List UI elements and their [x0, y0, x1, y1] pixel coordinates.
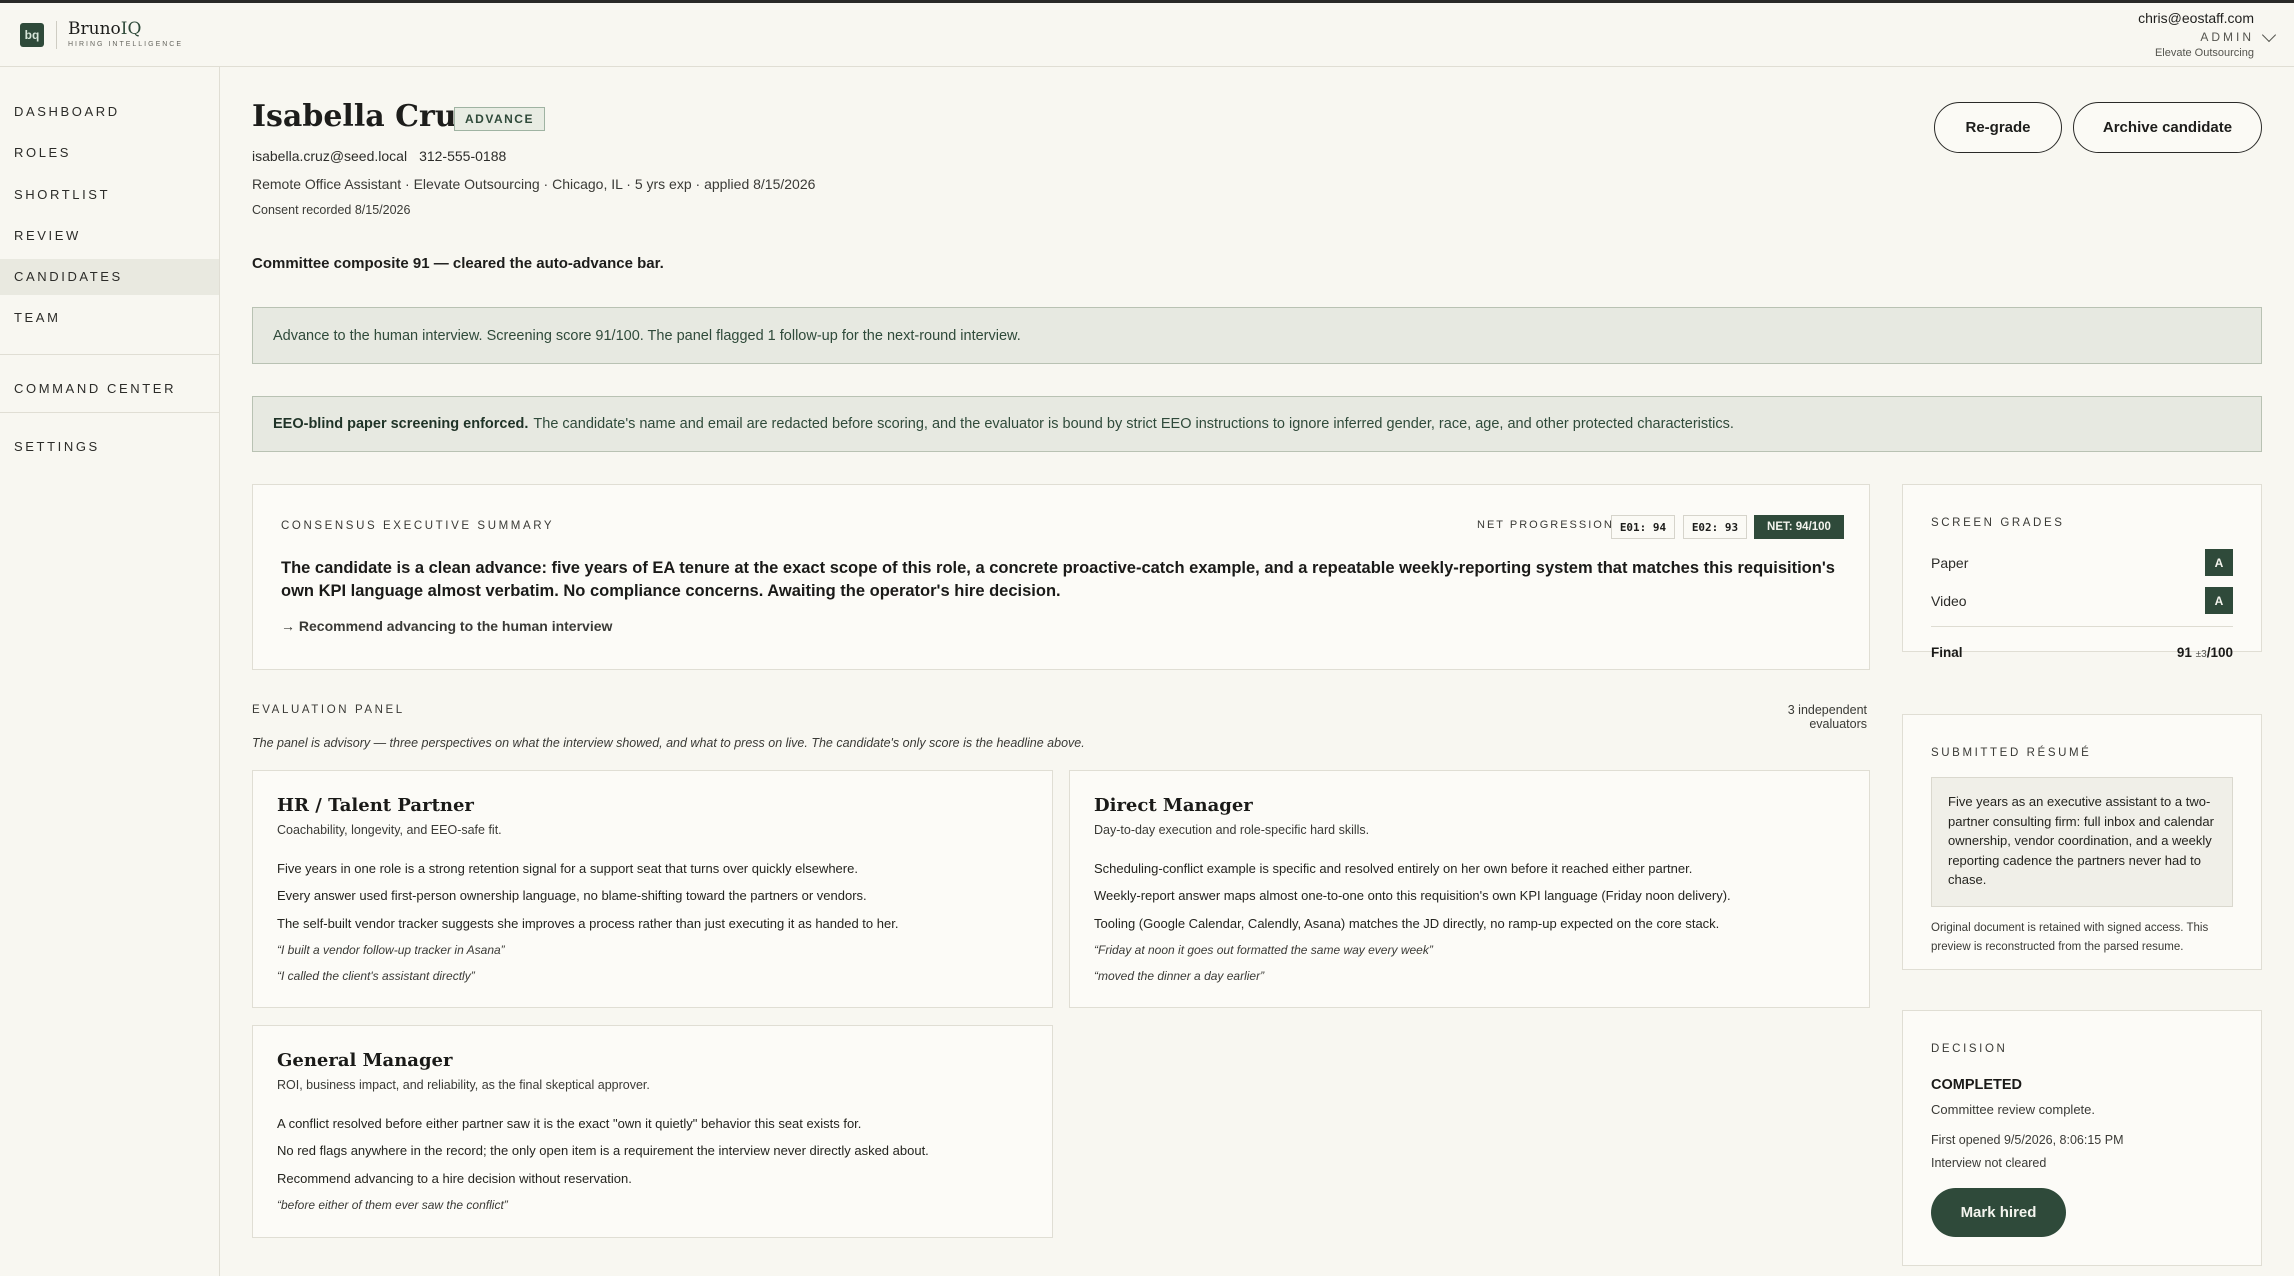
screen-grades-label: SCREEN GRADES — [1931, 517, 2065, 529]
candidate-name: Isabella Cruz — [252, 99, 474, 134]
evaluator-title: General Manager — [277, 1050, 453, 1071]
decision-card: DECISION COMPLETED Committee review comp… — [1902, 1010, 2262, 1266]
evaluator-point: The self-built vendor tracker suggests s… — [277, 916, 899, 931]
panel-note: The panel is advisory — three perspectiv… — [252, 736, 1085, 750]
evaluator-point: A conflict resolved before either partne… — [277, 1116, 862, 1131]
evaluator-subtitle: Coachability, longevity, and EEO-safe fi… — [277, 823, 502, 837]
account-menu[interactable]: chris@eostaff.com ADMIN Elevate Outsourc… — [2138, 10, 2254, 59]
submitted-resume-card: SUBMITTED RÉSUMÉ Five years as an execut… — [1902, 714, 2262, 970]
sidebar-item-team[interactable]: TEAM — [0, 300, 219, 336]
evaluator-subtitle: ROI, business impact, and reliability, a… — [277, 1078, 650, 1092]
logo-icon[interactable]: bq — [20, 23, 44, 47]
sidebar-item-dashboard[interactable]: DASHBOARD — [0, 94, 219, 130]
decision-subtitle: Committee review complete. — [1931, 1102, 2095, 1117]
evaluator-quote: “I built a vendor follow-up tracker in A… — [277, 943, 505, 957]
evaluator-quote: “before either of them ever saw the conf… — [277, 1198, 508, 1212]
regrade-button[interactable]: Re-grade — [1934, 102, 2062, 153]
candidate-email[interactable]: isabella.cruz@seed.local — [252, 148, 407, 164]
top-bar: bq BrunoIQ HIRING INTELLIGENCE chris@eos… — [0, 3, 2294, 67]
evaluator-quote: “I called the client's assistant directl… — [277, 969, 475, 983]
evaluator-point: Recommend advancing to a hire decision w… — [277, 1171, 632, 1186]
brand-tagline: HIRING INTELLIGENCE — [68, 41, 184, 48]
decision-label: DECISION — [1931, 1043, 2008, 1055]
evaluator-point: Weekly-report answer maps almost one-to-… — [1094, 888, 1731, 903]
eeo-banner-text: The candidate's name and email are redac… — [533, 416, 1734, 432]
evaluator-point: No red flags anywhere in the record; the… — [277, 1143, 929, 1158]
final-score: 91 — [2176, 645, 2192, 660]
decision-status: COMPLETED — [1931, 1077, 2023, 1093]
grade-row-paper: Paper A — [1931, 549, 2233, 576]
evaluator-point: Every answer used first-person ownership… — [277, 888, 867, 903]
final-margin: ±3 — [2195, 649, 2207, 660]
logo-divider — [56, 21, 57, 49]
final-max: /100 — [2206, 645, 2233, 660]
sidebar-item-review[interactable]: REVIEW — [0, 218, 219, 254]
e01-score-chip: E01: 94 — [1611, 515, 1675, 539]
grade-label: Video — [1931, 593, 1967, 609]
account-email: chris@eostaff.com — [2138, 10, 2254, 26]
decision-interview-status: Interview not cleared — [1931, 1156, 2047, 1170]
status-badge: ADVANCE — [454, 107, 545, 131]
eeo-banner: EEO-blind paper screening enforced. The c… — [252, 396, 2262, 452]
account-org: Elevate Outsourcing — [2154, 47, 2254, 59]
evaluator-card-direct-manager: Direct Manager Day-to-day execution and … — [1069, 770, 1870, 1008]
resume-note: Original document is retained with signe… — [1931, 922, 2209, 953]
evaluator-subtitle: Day-to-day execution and role-specific h… — [1094, 823, 1370, 837]
sidebar-item-candidates[interactable]: CANDIDATES — [0, 259, 219, 295]
grade-badge: A — [2205, 587, 2233, 614]
brand-name[interactable]: BrunoIQ — [68, 19, 141, 39]
consent-note: Consent recorded 8/15/2026 — [252, 203, 411, 217]
resume-label: SUBMITTED RÉSUMÉ — [1931, 747, 2092, 759]
screen-grades-card: SCREEN GRADES Paper A Video A Final 91 ±… — [1902, 484, 2262, 660]
composite-summary: Committee composite 91 — cleared the aut… — [252, 255, 664, 272]
consensus-summary-card: CONSENSUS EXECUTIVE SUMMARY NET PROGRESS… — [252, 484, 1870, 670]
consensus-recommendation[interactable]: → Recommend advancing to the human inter… — [281, 618, 612, 634]
sidebar-divider — [0, 412, 219, 413]
evaluator-point: Tooling (Google Calendar, Calendly, Asan… — [1094, 916, 1720, 931]
final-grade-value: 91 ±3/100 — [2177, 645, 2233, 660]
evaluator-title: HR / Talent Partner — [277, 795, 474, 816]
evaluator-count: 3 independent evaluators — [1787, 703, 1867, 731]
sidebar-item-roles[interactable]: ROLES — [0, 135, 219, 171]
grade-divider — [1931, 626, 2233, 627]
decision-first-opened: First opened 9/5/2026, 8:06:15 PM — [1931, 1133, 2124, 1147]
account-role: ADMIN — [2200, 30, 2254, 44]
advance-banner: Advance to the human interview. Screenin… — [252, 307, 2262, 364]
chevron-down-icon[interactable] — [2261, 27, 2277, 43]
evaluator-point: Five years in one role is a strong reten… — [277, 861, 858, 876]
evaluator-card-hr: HR / Talent Partner Coachability, longev… — [252, 770, 1053, 1008]
evaluator-card-general-manager: General Manager ROI, business impact, an… — [252, 1025, 1053, 1238]
evaluator-quote: “moved the dinner a day earlier” — [1094, 969, 1265, 983]
sidebar-item-command-center[interactable]: COMMAND CENTER — [0, 371, 219, 407]
sidebar-divider — [0, 354, 219, 355]
candidate-meta: Remote Office Assistant · Elevate Outsou… — [252, 176, 816, 192]
brand-name-main: Bruno — [68, 19, 121, 39]
grade-badge: A — [2205, 549, 2233, 576]
grade-label: Paper — [1931, 555, 1969, 571]
net-progression-label: NET PROGRESSION: — [1477, 519, 1619, 531]
archive-candidate-button[interactable]: Archive candidate — [2073, 102, 2262, 153]
mark-hired-button[interactable]: Mark hired — [1931, 1188, 2066, 1237]
evaluator-title: Direct Manager — [1094, 795, 1253, 816]
candidate-phone[interactable]: 312-555-0188 — [419, 148, 506, 164]
grade-row-video: Video A — [1931, 587, 2233, 614]
evaluator-quote: “Friday at noon it goes out formatted th… — [1094, 943, 1433, 957]
evaluator-point: Scheduling-conflict example is specific … — [1094, 861, 1693, 876]
consensus-label: CONSENSUS EXECUTIVE SUMMARY — [281, 520, 555, 532]
final-grade-label: Final — [1931, 645, 1963, 660]
sidebar-item-shortlist[interactable]: SHORTLIST — [0, 177, 219, 213]
resume-preview[interactable]: Five years as an executive assistant to … — [1931, 777, 2233, 907]
candidate-contact: isabella.cruz@seed.local 312-555-0188 — [252, 148, 506, 164]
eeo-banner-title: EEO-blind paper screening enforced. — [273, 416, 529, 432]
consensus-text: The candidate is a clean advance: five y… — [281, 559, 1835, 600]
sidebar-item-settings[interactable]: SETTINGS — [0, 429, 219, 465]
e02-score-chip: E02: 93 — [1683, 515, 1747, 539]
evaluation-panel-label: EVALUATION PANEL — [252, 704, 405, 716]
advance-banner-text: Advance to the human interview. Screenin… — [273, 327, 1021, 344]
brand-name-accent: IQ — [120, 19, 142, 39]
net-score-chip: NET: 94/100 — [1754, 515, 1844, 539]
sidebar: DASHBOARD ROLES SHORTLIST REVIEW CANDIDA… — [0, 67, 220, 1276]
